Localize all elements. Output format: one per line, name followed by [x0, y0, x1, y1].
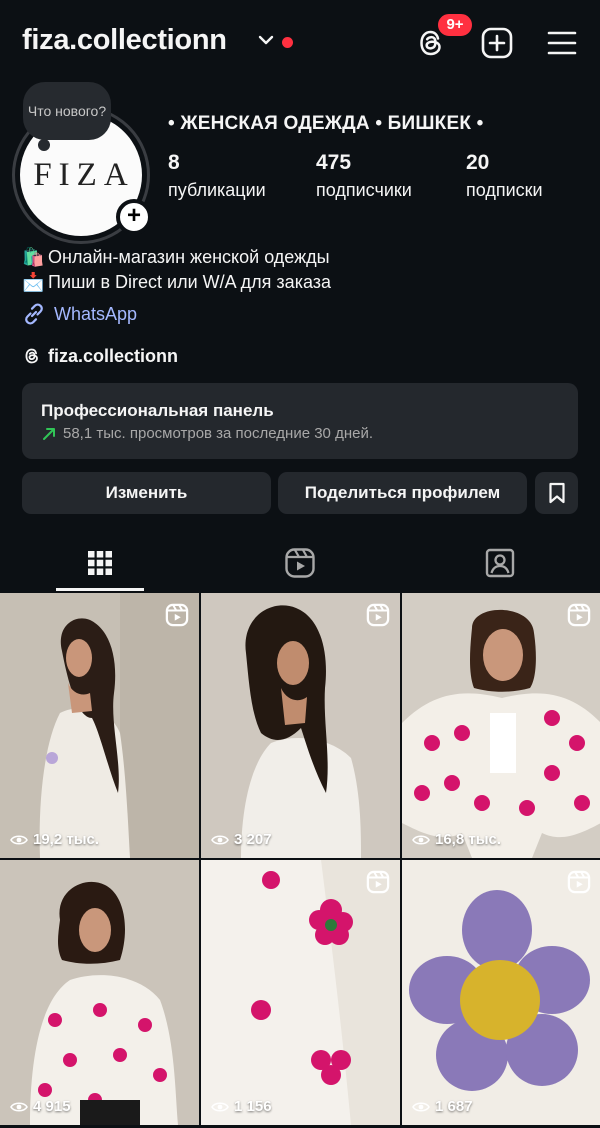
avatar-logo-text: FIZA — [33, 156, 135, 193]
note-bubble[interactable]: Что нового? — [23, 82, 111, 140]
profile-link[interactable]: WhatsApp — [22, 302, 137, 326]
view-count-text: 4 915 — [33, 1098, 71, 1115]
add-story-plus-icon[interactable]: + — [116, 199, 152, 235]
top-bar: fiza.collectionn 9+ — [0, 0, 600, 86]
stat-followers-count: 475 — [316, 151, 352, 174]
notification-badge: 9+ — [436, 12, 474, 38]
post-image — [0, 593, 199, 858]
saved-button[interactable] — [535, 472, 578, 514]
view-count: 1 687 — [412, 1098, 473, 1115]
dashboard-views-text: 58,1 тыс. просмотров за последние 30 дне… — [63, 425, 373, 442]
view-count: 3 207 — [211, 831, 272, 848]
shopping-bags-icon: 🛍️ — [22, 247, 45, 267]
view-count-text: 16,8 тыс. — [435, 831, 502, 848]
link-label[interactable]: WhatsApp — [54, 304, 137, 325]
link-icon — [25, 303, 43, 325]
view-count: 19,2 тыс. — [10, 831, 99, 848]
view-count-text: 3 207 — [234, 831, 272, 848]
stat-posts[interactable]: 8 публикации — [168, 150, 266, 203]
post-tile[interactable]: 4 915 — [0, 860, 199, 1125]
stat-following[interactable]: 20 подписки — [466, 150, 543, 203]
reel-icon — [567, 870, 591, 894]
post-tile[interactable]: 1 156 — [201, 860, 400, 1125]
chevron-down-icon[interactable] — [258, 34, 274, 46]
reel-icon — [567, 603, 591, 627]
post-image — [0, 860, 199, 1125]
tagged-icon — [485, 548, 515, 578]
stat-posts-label: публикации — [168, 180, 266, 200]
view-count-text: 1 687 — [435, 1098, 473, 1115]
view-count-text: 1 156 — [234, 1098, 272, 1115]
inbox-envelope-icon: 📩 — [22, 272, 45, 292]
account-switcher[interactable]: fiza.collectionn — [22, 24, 227, 57]
threads-handle: fiza.collectionn — [48, 345, 179, 366]
post-tile[interactable]: 19,2 тыс. — [0, 593, 199, 858]
trend-up-icon — [43, 427, 55, 440]
eye-icon — [412, 1101, 430, 1112]
post-tile[interactable]: 3 207 — [201, 593, 400, 858]
view-count: 4 915 — [10, 1098, 71, 1115]
reel-icon — [366, 603, 390, 627]
post-image — [201, 593, 400, 858]
post-image — [402, 593, 600, 858]
view-count: 1 156 — [211, 1098, 272, 1115]
eye-icon — [211, 834, 229, 845]
stat-followers[interactable]: 475 подписчики — [316, 150, 412, 203]
bio-text: Пиши в Direct или W/A для заказа — [48, 272, 332, 292]
stat-posts-count: 8 — [168, 151, 180, 174]
bio-line: 🛍️ Онлайн-магазин женской одежды — [22, 245, 331, 270]
stat-followers-label: подписчики — [316, 180, 412, 200]
profile-tabs — [0, 534, 600, 592]
edit-profile-button[interactable]: Изменить — [22, 472, 271, 514]
threads-icon — [25, 348, 38, 364]
bio: 🛍️ Онлайн-магазин женской одежды 📩 Пиши в … — [22, 245, 331, 295]
tab-tagged[interactable] — [400, 534, 600, 592]
bio-text: Онлайн-магазин женской одежды — [48, 247, 330, 267]
bookmark-icon — [548, 482, 565, 504]
tab-reels[interactable] — [200, 534, 400, 592]
notification-dot — [282, 37, 293, 48]
reel-icon — [165, 603, 189, 627]
profile-page: fiza.collectionn 9+ FIZA + Что нового? •… — [0, 0, 600, 1128]
tab-posts[interactable] — [0, 534, 200, 592]
profile-category: • ЖЕНСКАЯ ОДЕЖДА • БИШКЕК • — [168, 113, 484, 134]
eye-icon — [412, 834, 430, 845]
add-post-icon[interactable] — [480, 26, 514, 60]
dashboard-subtitle: 58,1 тыс. просмотров за последние 30 дне… — [41, 425, 373, 442]
post-image — [201, 860, 400, 1125]
stat-following-label: подписки — [466, 180, 543, 200]
reels-icon — [285, 548, 315, 578]
stat-following-count: 20 — [466, 151, 490, 174]
threads-profile-link[interactable]: fiza.collectionn — [22, 344, 178, 368]
view-count-text: 19,2 тыс. — [33, 831, 100, 848]
view-count: 16,8 тыс. — [412, 831, 501, 848]
post-tile[interactable]: 1 687 — [402, 860, 600, 1125]
note-bubble-tail — [38, 139, 50, 151]
menu-icon[interactable] — [546, 28, 578, 58]
professional-dashboard[interactable]: Профессиональная панель 58,1 тыс. просмо… — [22, 383, 578, 459]
dashboard-title: Профессиональная панель — [41, 401, 274, 420]
bio-line: 📩 Пиши в Direct или W/A для заказа — [22, 270, 331, 295]
grid-icon — [88, 551, 112, 575]
eye-icon — [10, 1101, 28, 1112]
share-profile-button[interactable]: Поделиться профилем — [278, 472, 527, 514]
reel-icon — [366, 870, 390, 894]
active-tab-indicator — [56, 588, 144, 591]
post-tile[interactable]: 16,8 тыс. — [402, 593, 600, 858]
eye-icon — [211, 1101, 229, 1112]
post-image — [402, 860, 600, 1125]
eye-icon — [10, 834, 28, 845]
